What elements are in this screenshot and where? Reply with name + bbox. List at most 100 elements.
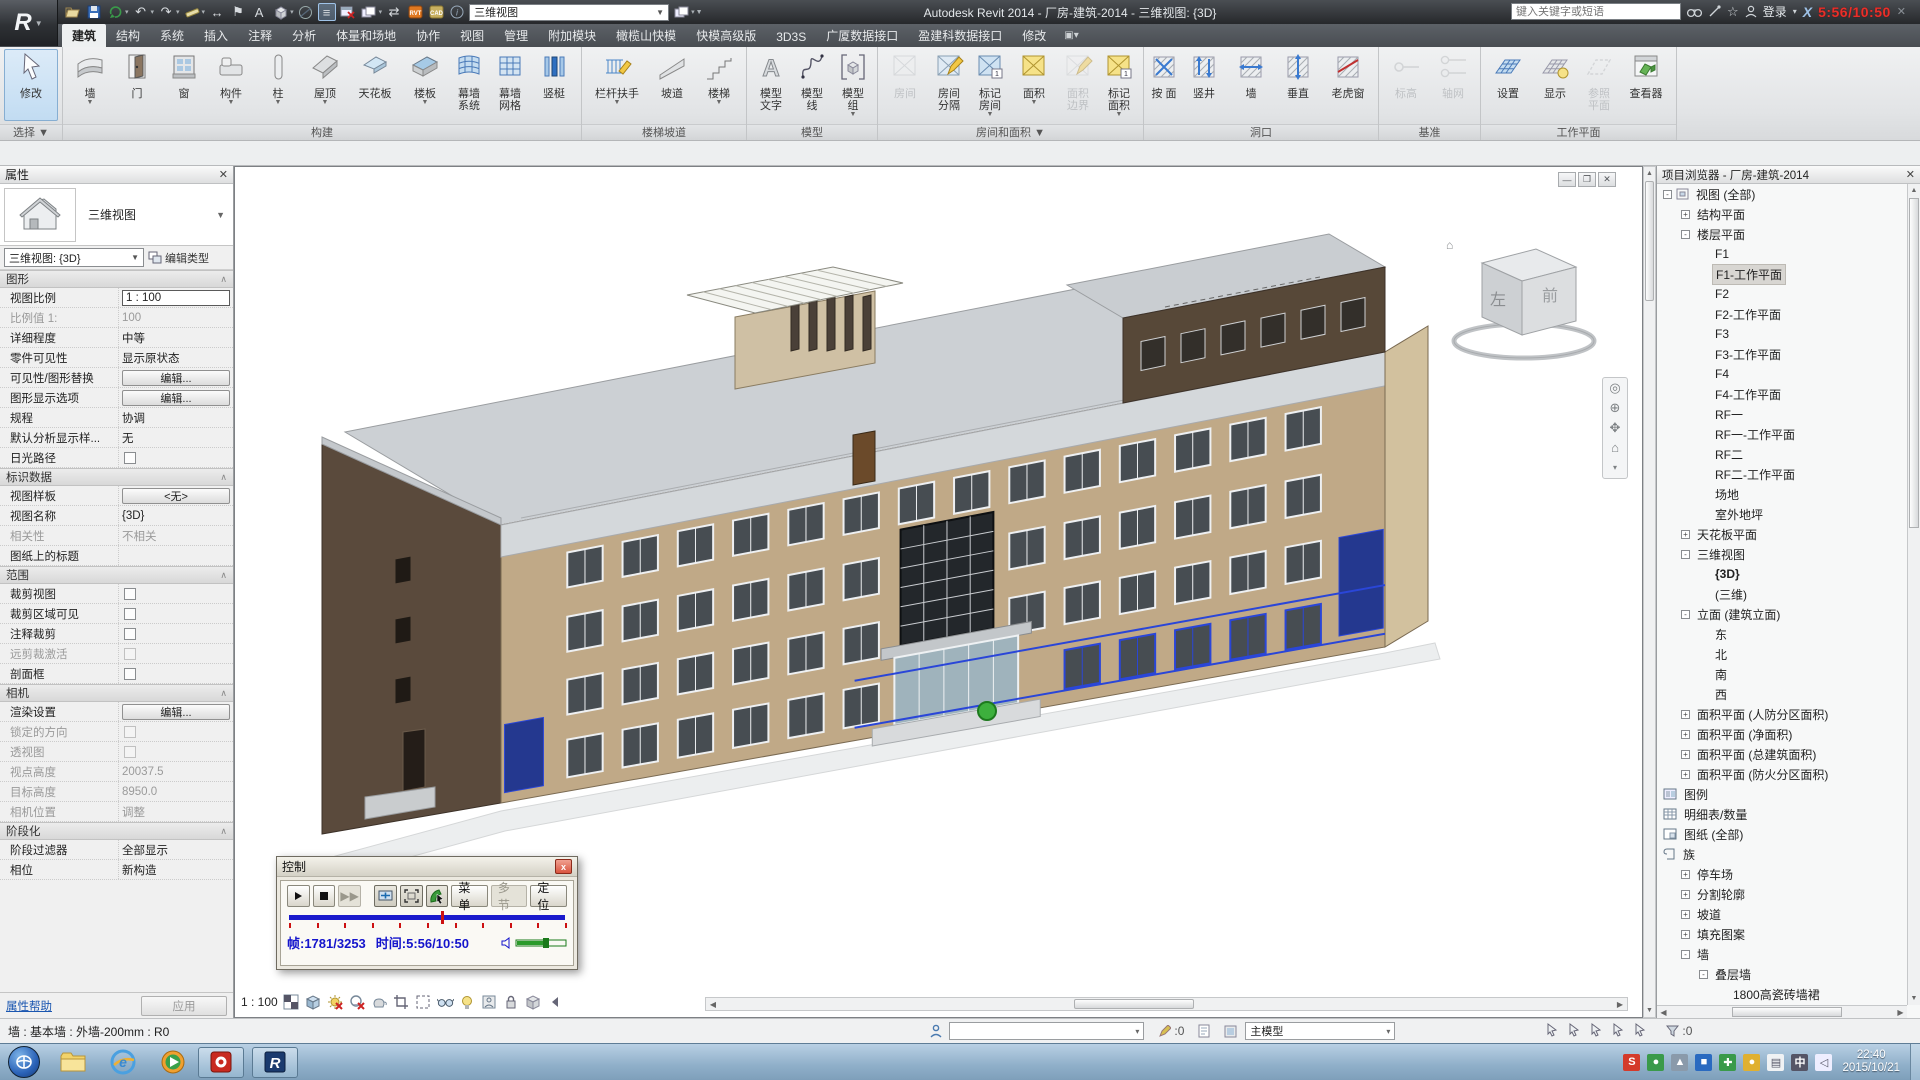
tag-by-category-icon[interactable]: ⚑ [229,3,247,21]
chevron-down-icon[interactable]: ▾ [202,8,206,16]
follow-cursor-toggle[interactable] [426,885,449,907]
shield-icon[interactable]: ✚ [1719,1054,1736,1071]
tab-结构[interactable]: 结构 [106,24,150,47]
zoom-icon[interactable]: ⊕ [1610,401,1621,415]
page-white-icon[interactable]: ▤ [1767,1054,1784,1071]
locate-button[interactable]: 定位 [530,885,567,907]
ribbon-button-模型文字[interactable]: A模型 文字 [751,49,791,121]
search-binoculars-icon[interactable] [1687,5,1702,18]
tree-item-F4-工作平面[interactable]: F4-工作平面 [1657,384,1907,404]
start-button[interactable] [8,1046,40,1078]
ribbon-button-标记房间[interactable]: 1标记 房间▼ [970,49,1010,121]
collapse-arrow-icon[interactable] [547,994,564,1011]
tree-item-视图 (全部)[interactable]: -视图 (全部) [1657,184,1907,204]
speaker-icon[interactable]: ◁ [1815,1054,1832,1071]
ribbon-button-坡道[interactable]: 坡道 [649,49,695,121]
tab-插入[interactable]: 插入 [194,24,238,47]
render-icon[interactable] [371,994,388,1011]
browser-horizontal-scrollbar[interactable]: ◀ ▶ [1657,1005,1907,1018]
chevron-down-icon[interactable]: ▾ [125,8,129,16]
volume-slider[interactable] [501,937,567,949]
tree-item-三维视图[interactable]: -三维视图 [1657,544,1907,564]
edit-type-button[interactable]: 编辑类型 [148,250,209,266]
tree-item-RF一[interactable]: RF一 [1657,404,1907,424]
browser-vertical-scrollbar[interactable]: ▲ ▼ [1907,184,1920,1005]
sun-off-icon[interactable] [327,994,344,1011]
tree-item-叠层墙[interactable]: -叠层墙 [1657,964,1907,984]
taskbar-clock[interactable]: 22:40 2015/10/21 [1842,1049,1900,1075]
project-menu-icon[interactable]: ▣▾ [1064,30,1078,41]
ribbon-button-构件[interactable]: 构件▼ [208,49,254,121]
undo-icon[interactable]: ↶ [132,3,150,21]
tree-item-室外地坪[interactable]: 室外地坪 [1657,504,1907,524]
yellow-dot-icon[interactable]: ● [1743,1054,1760,1071]
explorer-icon[interactable] [56,1047,90,1077]
expand-icon[interactable]: + [1681,890,1690,899]
tree-item-F2-工作平面[interactable]: F2-工作平面 [1657,304,1907,324]
tree-item-天花板平面[interactable]: +天花板平面 [1657,524,1907,544]
ribbon-button-设置[interactable]: 设置 [1485,49,1531,121]
property-checkbox[interactable] [124,628,136,640]
workset-box-icon[interactable] [672,3,690,21]
scrollbar-thumb[interactable] [1074,999,1194,1009]
tree-item-1800高瓷砖墙裙[interactable]: 1800高瓷砖墙裙 [1657,984,1907,1004]
sign-in-label[interactable]: 登录 [1763,3,1787,20]
tab-修改[interactable]: 修改 [1012,24,1056,47]
close-icon[interactable]: ✕ [1906,168,1915,181]
ribbon-button-显示[interactable]: 显示 [1532,49,1578,121]
scroll-left-icon[interactable]: ◀ [706,1000,720,1009]
favorites-star-icon[interactable]: ☆ [1727,4,1739,20]
tab-分析[interactable]: 分析 [282,24,326,47]
temporary-hide-icon[interactable] [437,994,454,1011]
section-icon[interactable] [297,3,315,21]
multi-section-button[interactable]: 多节 [491,885,528,907]
transfer-standards-icon[interactable]: ⇄ [385,3,403,21]
ribbon-button-楼板[interactable]: 楼板▼ [402,49,448,121]
revit-taskbar-button[interactable]: R [252,1047,298,1078]
chevron-down-icon[interactable]: ▾ [1793,7,1797,16]
select-face-icon[interactable] [1611,1023,1626,1040]
active-view-selector[interactable]: 三维视图▼ [469,4,669,21]
viewcube-front-face[interactable]: 前 [1542,287,1558,305]
analysis-icon[interactable] [525,994,542,1011]
panel-label-房间和面积[interactable]: 房间和面积 ▼ [878,124,1143,140]
tree-item-结构平面[interactable]: +结构平面 [1657,204,1907,224]
internet-explorer-icon[interactable]: e [106,1047,140,1077]
ribbon-button-墙[interactable]: 墙 [1228,49,1274,121]
collapse-icon[interactable]: - [1681,230,1690,239]
home-icon[interactable]: ⌂ [1446,238,1453,252]
drag-element-icon[interactable] [1633,1023,1648,1040]
apply-button[interactable]: 应用 [141,996,227,1016]
scroll-left-icon[interactable]: ◀ [1657,1008,1670,1017]
canvas-vertical-scrollbar[interactable]: ▲ ▼ [1643,166,1656,1018]
ribbon-button-柱[interactable]: 柱▼ [255,49,301,121]
ribbon-button-窗[interactable]: 窗 [161,49,207,121]
ribbon-button-楼梯[interactable]: 楼梯▼ [696,49,742,121]
tab-橄榄山快模[interactable]: 橄榄山快模 [606,24,686,47]
tree-item-西[interactable]: 西 [1657,684,1907,704]
options-box-icon[interactable] [1224,1025,1237,1038]
keytip-info-icon[interactable]: i [448,3,466,21]
ribbon-button-模型线[interactable]: 模型 线 [792,49,832,121]
close-icon[interactable]: ✕ [1598,172,1616,187]
crop-view-icon[interactable] [393,994,410,1011]
tree-item-墙[interactable]: -墙 [1657,944,1907,964]
scroll-right-icon[interactable]: ▶ [1613,1000,1627,1009]
close-hidden-windows-icon[interactable] [339,3,357,21]
scroll-up-icon[interactable]: ▲ [1908,184,1920,197]
detail-level-icon[interactable] [283,994,300,1011]
tree-item-(三维)[interactable]: (三维) [1657,584,1907,604]
reveal-hidden-icon[interactable] [459,994,476,1011]
tree-item-RF二[interactable]: RF二 [1657,444,1907,464]
communication-center-icon[interactable] [1708,5,1721,18]
property-checkbox[interactable] [124,668,136,680]
section-header-阶段化[interactable]: 阶段化∧ [0,822,233,840]
stop-button[interactable] [313,885,336,907]
ribbon-button-幕墙网格[interactable]: 幕墙 网格 [490,49,530,121]
ribbon-button-幕墙系统[interactable]: 幕墙 系统 [449,49,489,121]
restore-icon[interactable]: ❐ [1578,172,1596,187]
tab-快模高级版[interactable]: 快模高级版 [686,24,766,47]
open-file-icon[interactable] [64,3,82,21]
tab-体量和场地[interactable]: 体量和场地 [326,24,406,47]
tree-item-{3D}[interactable]: {3D} [1657,564,1907,584]
